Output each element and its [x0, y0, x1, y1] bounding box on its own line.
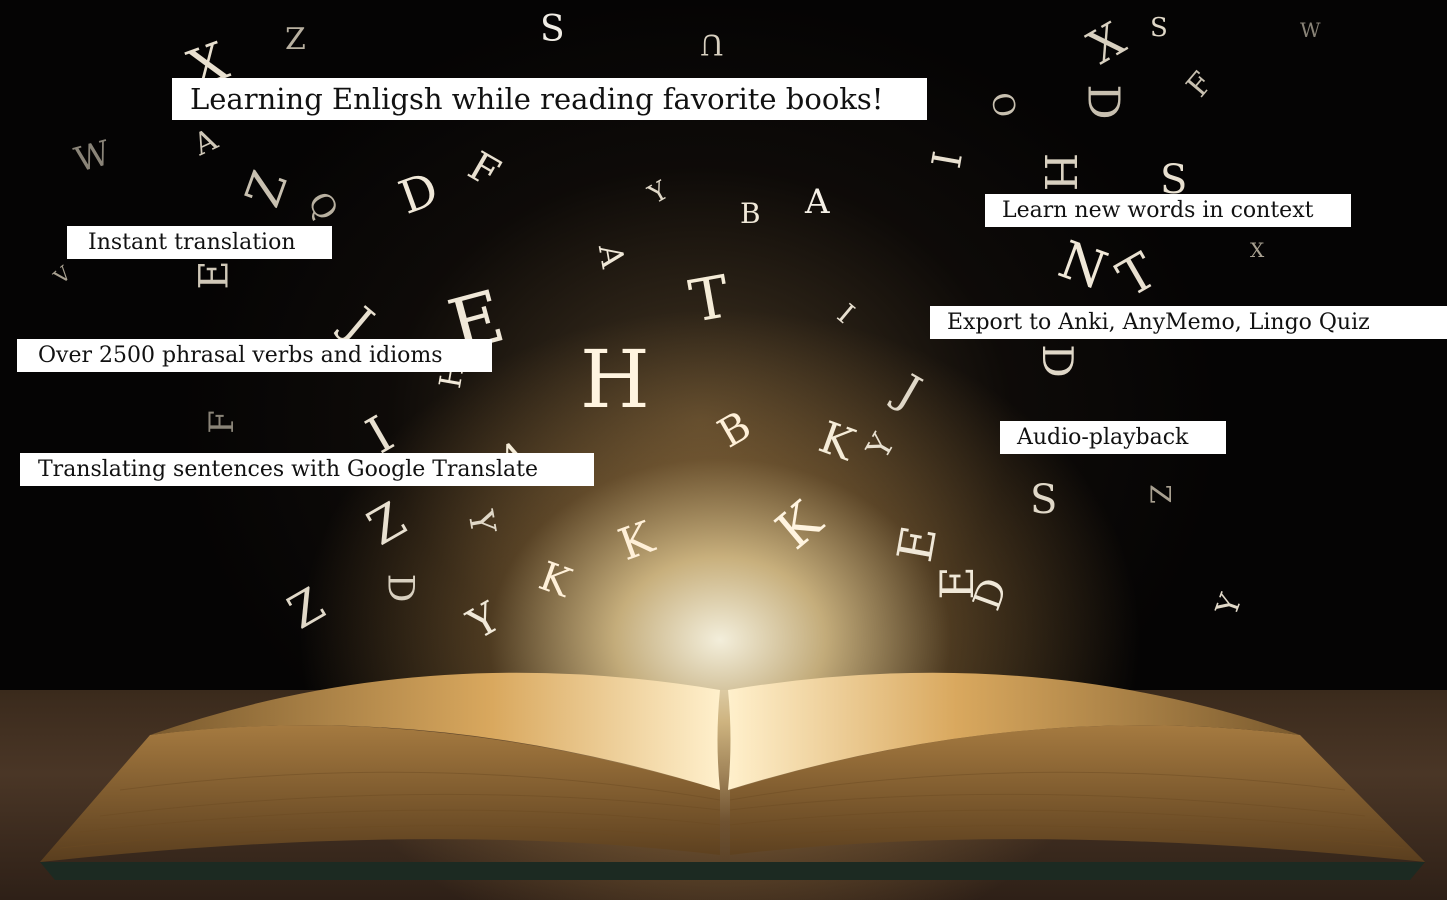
open-book-image	[40, 672, 1425, 880]
feature-label-export: Export to Anki, AnyMemo, Lingo Quiz	[930, 306, 1447, 339]
headline-label: Learning Enligsh while reading favorite …	[172, 78, 927, 120]
feature-label-audio-playback: Audio-playback	[1000, 421, 1226, 454]
feature-label-words-in-context: Learn new words in context	[985, 194, 1351, 227]
book-illustration: X Z S U X S D W A Z D F A I H S T N E E …	[0, 0, 1447, 900]
feature-label-google-translate: Translating sentences with Google Transl…	[20, 453, 594, 486]
feature-label-instant-translation: Instant translation	[67, 226, 332, 259]
feature-label-phrasal-verbs: Over 2500 phrasal verbs and idioms	[17, 339, 492, 372]
